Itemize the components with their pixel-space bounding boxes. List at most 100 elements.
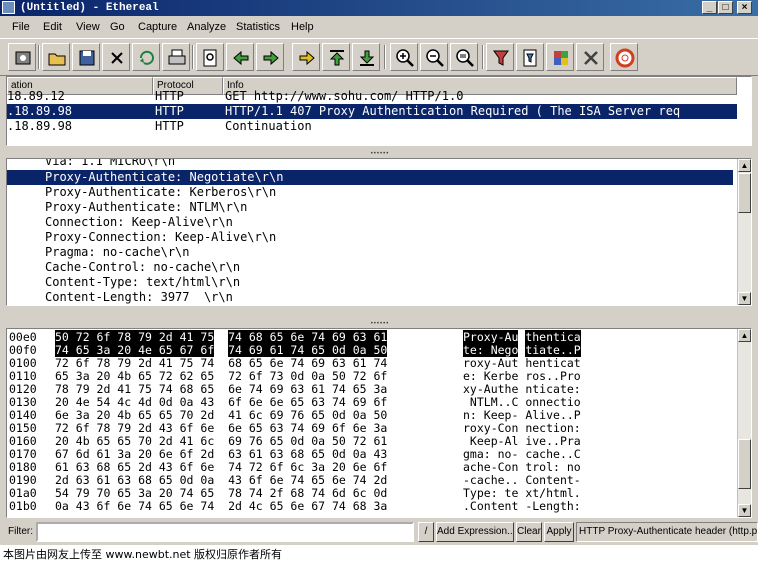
hex-bytes-right: 43 6f 6e 74 65 6e 74 2d xyxy=(228,473,388,487)
hex-scrollbar[interactable]: ▲ ▼ xyxy=(737,329,751,517)
print-button[interactable] xyxy=(162,43,190,71)
maximize-button[interactable]: □ xyxy=(718,1,733,14)
menu-statistics[interactable]: Statistics xyxy=(236,21,280,33)
hex-bytes-left: 78 79 2d 41 75 74 68 65 xyxy=(55,382,215,396)
coloring-rules-button[interactable] xyxy=(546,43,574,71)
scroll-down-arrow[interactable]: ▼ xyxy=(738,504,751,517)
preferences-icon xyxy=(584,51,598,65)
app-icon xyxy=(2,1,15,14)
ascii-left: roxy-Aut xyxy=(463,356,519,370)
menu-file[interactable]: File xyxy=(12,21,30,33)
ascii-right: thentica xyxy=(525,330,581,344)
title-bar: (Untitled) - Ethereal _ □ × xyxy=(0,0,758,16)
detail-line[interactable]: Connection: Keep-Alive\r\n xyxy=(7,215,733,230)
detail-line[interactable]: Content-Type: text/html\r\n xyxy=(7,275,733,290)
packet-protocol: HTTP xyxy=(155,89,184,103)
ascii-left: Proxy-Au xyxy=(463,330,519,344)
filter-dropdown-button[interactable]: / xyxy=(418,522,434,542)
ascii-left: n: Keep- xyxy=(463,408,519,422)
coloring-icon xyxy=(554,51,568,65)
capture-filter-button[interactable] xyxy=(486,43,514,71)
hex-bytes-left: 74 65 3a 20 4e 65 67 6f xyxy=(55,343,215,357)
main-toolbar xyxy=(0,38,758,76)
minimize-button[interactable]: _ xyxy=(702,1,717,14)
detail-line[interactable]: Content-Length: 3977 \r\n xyxy=(7,290,733,305)
scroll-thumb[interactable] xyxy=(738,439,751,489)
help-button[interactable] xyxy=(610,43,638,71)
menu-analyze[interactable]: Analyze xyxy=(187,21,226,33)
goto-button[interactable] xyxy=(292,43,320,71)
display-filter-button[interactable] xyxy=(516,43,544,71)
zoom-normal-icon xyxy=(456,49,474,67)
zoom-out-button[interactable] xyxy=(420,43,448,71)
packet-row[interactable]: 18.89.12 HTTP GET http://www.sohu.com/ H… xyxy=(7,89,737,104)
scroll-up-arrow[interactable]: ▲ xyxy=(738,159,751,172)
menu-bar: File Edit View Go Capture Analyze Statis… xyxy=(0,18,758,36)
filter-input[interactable] xyxy=(36,522,414,542)
packet-destination: .18.89.98 xyxy=(7,104,73,118)
clear-button[interactable]: Clear xyxy=(516,522,542,542)
packet-details-pane: Via: 1.1 MICRO\r\n Proxy-Authenticate: N… xyxy=(6,158,752,306)
hex-bytes-right: 6e 65 63 74 69 6f 6e 3a xyxy=(228,421,388,435)
ascii-left: gma: no- xyxy=(463,447,519,461)
apply-button[interactable]: Apply xyxy=(544,522,574,542)
menu-go[interactable]: Go xyxy=(110,21,125,33)
back-button[interactable] xyxy=(226,43,254,71)
hex-dump-pane: 00e0 50 72 6f 78 79 2d 41 75 74 68 65 6e … xyxy=(6,328,752,518)
ascii-right: nticate: xyxy=(525,382,581,396)
hex-bytes-left: 20 4b 65 65 70 2d 41 6c xyxy=(55,434,215,448)
hex-bytes-left: 54 79 70 65 3a 20 74 65 xyxy=(55,486,215,500)
close-file-button[interactable] xyxy=(102,43,130,71)
close-icon xyxy=(111,52,123,64)
hex-ascii: .Content -Length: xyxy=(463,500,581,513)
packet-row-selected[interactable]: .18.89.98 HTTP HTTP/1.1 407 Proxy Authen… xyxy=(7,104,737,119)
find-button[interactable] xyxy=(196,43,224,71)
add-expression-button[interactable]: Add Expression... xyxy=(436,522,514,542)
detail-line[interactable]: Pragma: no-cache\r\n xyxy=(7,245,733,260)
ascii-left: Keep-Al xyxy=(463,434,519,448)
ascii-left: NTLM..C xyxy=(463,395,519,409)
zoom-normal-button[interactable] xyxy=(450,43,478,71)
packet-row[interactable]: .18.89.98 HTTP Continuation xyxy=(7,119,737,134)
ascii-right: Content- xyxy=(525,473,581,487)
detail-line[interactable]: Proxy-Connection: Keep-Alive\r\n xyxy=(7,230,733,245)
back-icon xyxy=(233,50,249,66)
forward-button[interactable] xyxy=(256,43,284,71)
scroll-down-arrow[interactable]: ▼ xyxy=(738,292,751,305)
hex-offset: 01b0 xyxy=(9,499,37,513)
detail-line[interactable]: Via: 1.1 MICRO\r\n xyxy=(7,159,733,169)
ascii-left: .Content xyxy=(463,499,519,513)
details-scrollbar[interactable]: ▲ ▼ xyxy=(737,159,751,305)
preferences-button[interactable] xyxy=(576,43,604,71)
menu-edit[interactable]: Edit xyxy=(43,21,62,33)
open-button[interactable] xyxy=(42,43,70,71)
packet-list-pane: ation Protocol Info 18.89.12 HTTP GET ht… xyxy=(6,76,752,146)
save-button[interactable] xyxy=(72,43,100,71)
ascii-right: cache..C xyxy=(525,447,581,461)
pane-splitter[interactable]: •••••• xyxy=(365,151,395,157)
first-packet-button[interactable] xyxy=(322,43,350,71)
scroll-up-arrow[interactable]: ▲ xyxy=(738,329,751,342)
hex-bytes-right: 6e 74 69 63 61 74 65 3a xyxy=(228,382,388,396)
pane-splitter[interactable]: •••••• xyxy=(365,321,395,327)
ascii-left: e: Kerbe xyxy=(463,369,519,383)
detail-line-selected[interactable]: Proxy-Authenticate: Negotiate\r\n xyxy=(7,170,733,185)
menu-capture[interactable]: Capture xyxy=(138,21,177,33)
zoom-in-button[interactable] xyxy=(390,43,418,71)
scroll-thumb[interactable] xyxy=(738,173,751,213)
open-icon xyxy=(48,53,66,66)
detail-line[interactable]: Proxy-Authenticate: Kerberos\r\n xyxy=(7,185,733,200)
detail-line[interactable]: Proxy-Authenticate: NTLM\r\n xyxy=(7,200,733,215)
interfaces-button[interactable] xyxy=(8,43,36,71)
detail-line[interactable]: Cache-Control: no-cache\r\n xyxy=(7,260,733,275)
ascii-left: roxy-Con xyxy=(463,421,519,435)
last-packet-icon xyxy=(359,50,375,66)
save-icon xyxy=(79,50,95,66)
close-button[interactable]: × xyxy=(737,1,752,14)
menu-help[interactable]: Help xyxy=(291,21,314,33)
packet-info: GET http://www.sohu.com/ HTTP/1.0 xyxy=(225,89,464,103)
reload-button[interactable] xyxy=(132,43,160,71)
ascii-right: xt/html. xyxy=(525,486,581,500)
last-packet-button[interactable] xyxy=(352,43,380,71)
menu-view[interactable]: View xyxy=(76,21,100,33)
